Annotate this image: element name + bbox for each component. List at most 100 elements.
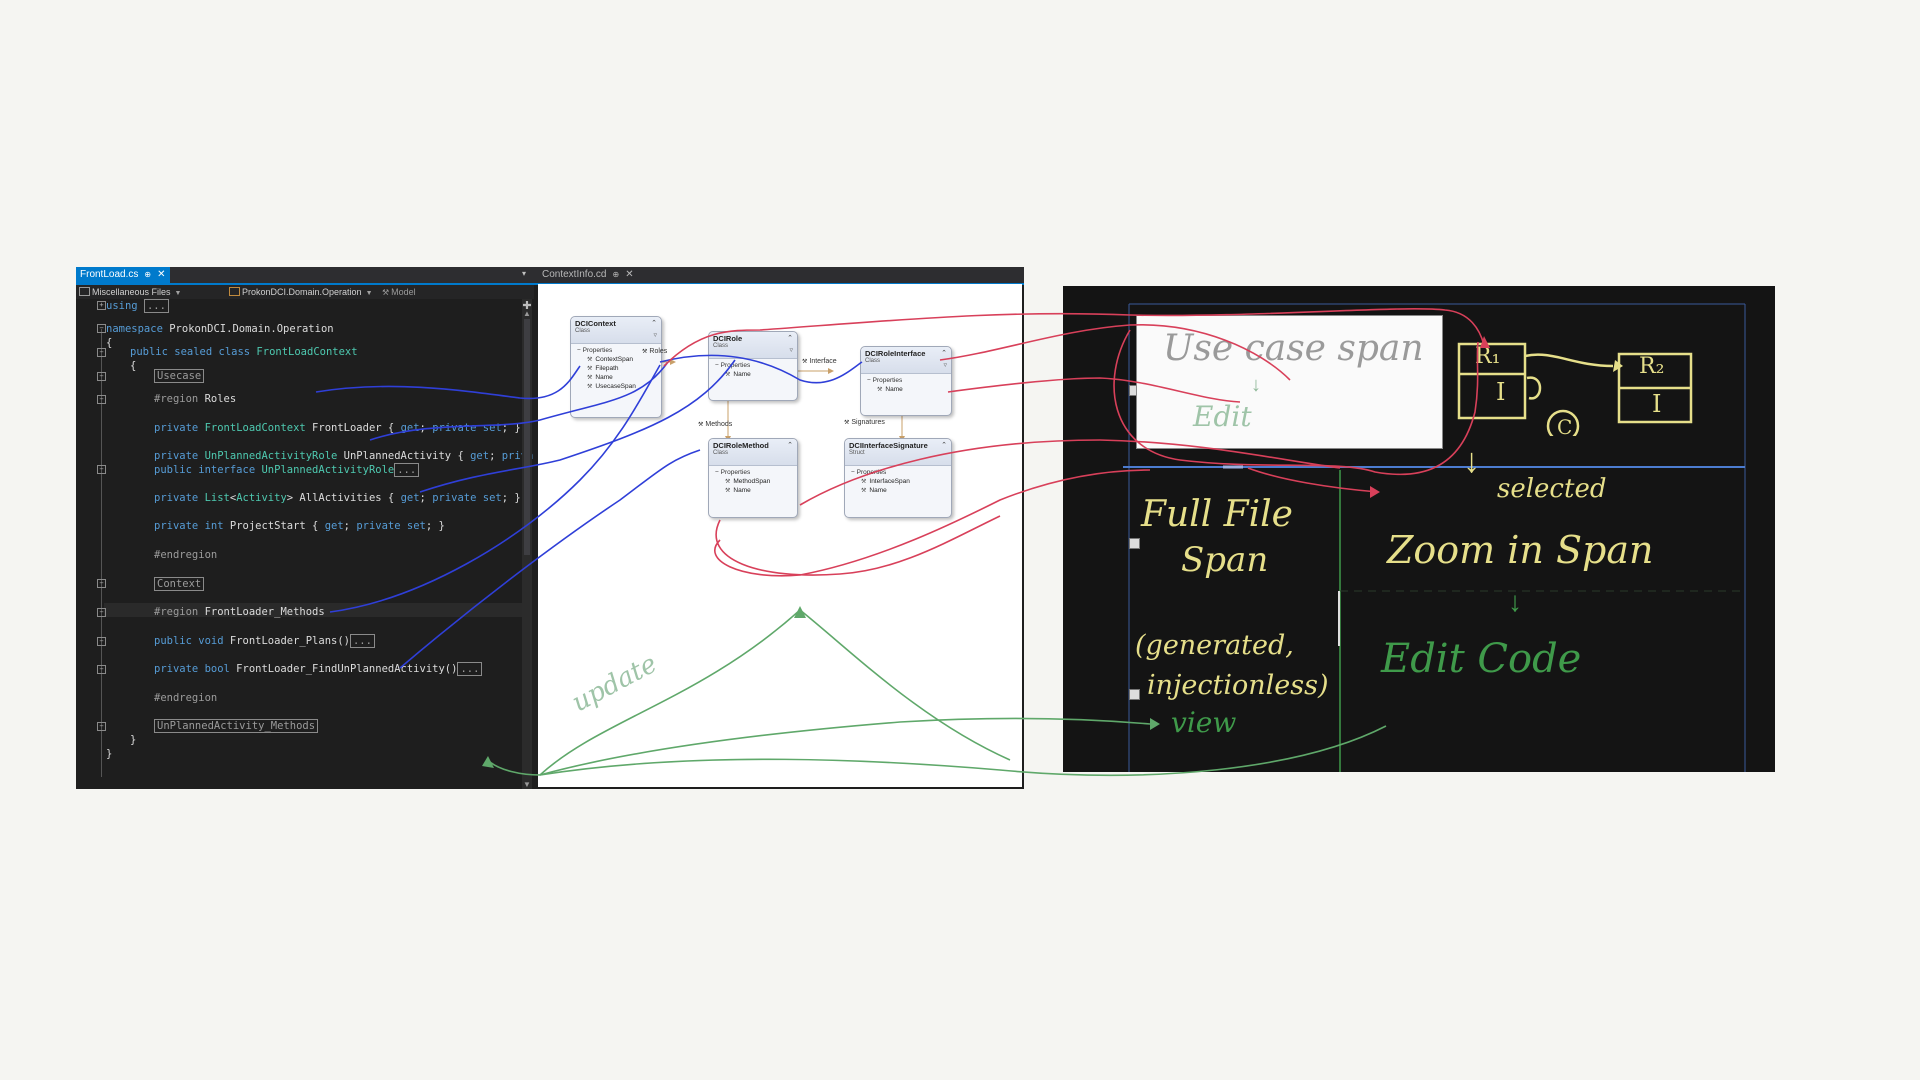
member-dropdown[interactable]: ⚒ Model (382, 285, 532, 299)
file-icon (79, 287, 90, 296)
property-icon: ⚒ (725, 488, 731, 494)
member-dropdown-label: Model (391, 287, 416, 297)
use-case-span-panel[interactable]: Use case span ↓ Edit (1136, 315, 1443, 449)
code-text: ProjectStart { (223, 520, 325, 532)
property-icon: ⚒ (725, 479, 731, 485)
properties-section[interactable]: − Properties (861, 374, 951, 385)
expand-icon[interactable]: − (97, 637, 106, 646)
keyword: get (470, 450, 490, 462)
expand-icon[interactable]: − (97, 465, 106, 474)
region-name: Roles (198, 393, 237, 405)
class-dcirole[interactable]: DCIRole Class ⌃ ▿ − Properties ⚒ Name (708, 331, 798, 401)
association-label: Methods (705, 421, 733, 428)
class-member[interactable]: ⚒ UsecaseSpan (571, 382, 661, 391)
project-dropdown-label: Miscellaneous Files (92, 287, 171, 297)
collapse-icon[interactable]: − (97, 608, 106, 617)
class-dcicontext[interactable]: DCIContext Class ⌃ ▿ − Properties ⚒ Conte… (570, 316, 662, 418)
property-icon: ⚒ (698, 422, 704, 428)
association-methods[interactable]: ⚒ Methods (698, 421, 732, 428)
splitter-handle[interactable] (1129, 538, 1140, 549)
scroll-up-icon[interactable]: ▲ (523, 309, 531, 318)
keyword: set (400, 520, 426, 532)
properties-section[interactable]: − Properties (709, 466, 797, 477)
collapse-icon[interactable]: − (97, 324, 106, 333)
collapse-chevron-icon[interactable]: ⌃ (787, 334, 793, 342)
tab-label: FrontLoad.cs (80, 269, 139, 280)
editor-scrollbar[interactable]: ✚ ▲ ▼ (522, 299, 532, 789)
collapsed-region[interactable]: UnPlannedActivity_Methods (154, 719, 319, 733)
collapse-chevron-icon[interactable]: ⌃ (651, 319, 657, 327)
selected-label: selected (1497, 474, 1607, 504)
class-member[interactable]: ⚒ Name (709, 370, 797, 379)
properties-section[interactable]: − Properties (709, 359, 797, 370)
class-member[interactable]: ⚒ ContextSpan (571, 355, 661, 364)
code-editor[interactable]: + using ... − namespace ProkonDCI.Domain… (76, 299, 533, 789)
ide-window: FrontLoad.cs ⊕ ✕ ▾ ContextInfo.cd ⊕ ✕ Miscel… (76, 267, 1024, 789)
expand-icon[interactable]: − (97, 665, 106, 674)
tab-dropdown-icon[interactable]: ▾ (522, 269, 526, 278)
type-dropdown[interactable]: ProkonDCI.Domain.Operation ▼ (229, 285, 379, 299)
collapsed-region[interactable]: ... (457, 662, 483, 676)
class-kind: Class (713, 450, 729, 456)
collapsed-region[interactable]: ... (394, 463, 420, 477)
filter-icon[interactable]: ▿ (943, 361, 947, 369)
filter-icon[interactable]: ▿ (653, 331, 657, 339)
pin-icon[interactable]: ⊕ (612, 270, 619, 279)
scroll-down-icon[interactable]: ▼ (523, 780, 531, 789)
collapsed-region[interactable]: ... (349, 634, 375, 648)
collapsed-region[interactable]: Context (154, 577, 205, 591)
wrench-icon: ⚒ (382, 288, 390, 297)
association-roles[interactable]: ⚒ Roles (642, 348, 667, 355)
type-dropdown-label: ProkonDCI.Domain.Operation (242, 287, 362, 297)
class-member[interactable]: ⚒ Filepath (571, 364, 661, 373)
class-dciinterfacesignature[interactable]: DCIInterfaceSignature Struct ⌃ − Propert… (844, 438, 952, 518)
class-dciroleinterface[interactable]: DCIRoleInterface Class ⌃ ▿ − Properties … (860, 346, 952, 416)
expand-icon[interactable]: + (97, 301, 106, 310)
class-diagram-canvas[interactable]: DCIContext Class ⌃ ▿ − Properties ⚒ Conte… (538, 284, 1022, 787)
filter-icon[interactable]: ▿ (789, 346, 793, 354)
class-member[interactable]: ⚒ Name (709, 486, 797, 495)
property-icon: ⚒ (861, 488, 867, 494)
collapse-icon[interactable]: − (97, 348, 106, 357)
property-icon: ⚒ (861, 479, 867, 485)
project-dropdown[interactable]: Miscellaneous Files ▼ (79, 285, 219, 299)
keyword: private (154, 422, 199, 434)
down-arrow-icon: ↓ (1508, 586, 1522, 617)
method-name: FrontLoader_FindUnPlannedActivity() (229, 663, 458, 675)
class-member[interactable]: ⚒ MethodSpan (709, 477, 797, 486)
association-interface[interactable]: ⚒ Interface (802, 358, 837, 365)
class-member[interactable]: ⚒ Name (861, 385, 951, 394)
collapse-chevron-icon[interactable]: ⌃ (787, 441, 793, 449)
collapsed-region[interactable]: Usecase (154, 369, 205, 383)
region-name: FrontLoader_Methods (198, 606, 325, 618)
pin-icon[interactable]: ⊕ (144, 270, 151, 279)
class-kind: Class (713, 343, 729, 349)
keyword: private bool (154, 663, 230, 675)
scrollbar-thumb[interactable] (524, 319, 530, 555)
collapsed-region[interactable]: ... (143, 299, 169, 313)
collapse-chevron-icon[interactable]: ⌃ (941, 441, 947, 449)
class-member[interactable]: ⚒ InterfaceSpan (845, 477, 951, 486)
expand-icon[interactable]: − (97, 722, 106, 731)
close-icon[interactable]: ✕ (625, 269, 633, 280)
collapse-icon[interactable]: − (97, 395, 106, 404)
collapse-chevron-icon[interactable]: ⌃ (941, 349, 947, 357)
tab-frontload-cs[interactable]: FrontLoad.cs ⊕ ✕ (76, 267, 170, 283)
class-name: DCIInterfaceSignature (849, 441, 928, 450)
class-member[interactable]: ⚒ Name (845, 486, 951, 495)
code-line-region-roles: #region Roles (154, 392, 236, 406)
expand-icon[interactable]: − (97, 372, 106, 381)
class-member[interactable]: ⚒ Name (571, 373, 661, 382)
association-signatures[interactable]: ⚒ Signatures (844, 419, 885, 426)
expand-icon[interactable]: − (97, 579, 106, 588)
method-name: FrontLoader_Plans() (223, 635, 350, 647)
splitter-handle[interactable] (1129, 689, 1140, 700)
class-dcirolemethod[interactable]: DCIRoleMethod Class ⌃ − Properties ⚒ Meth… (708, 438, 798, 518)
tab-contextinfo-cd[interactable]: ContextInfo.cd ⊕ ✕ (538, 267, 656, 283)
keyword: #region (154, 393, 199, 405)
class-header: DCIRole Class ⌃ ▿ (709, 332, 797, 359)
member-name: Name (869, 487, 887, 494)
properties-section[interactable]: − Properties (845, 466, 951, 477)
close-icon[interactable]: ✕ (157, 269, 165, 280)
sketch-board: Use case span ↓ Edit R₁ I R₂ I C ↓ selec… (1063, 286, 1775, 772)
